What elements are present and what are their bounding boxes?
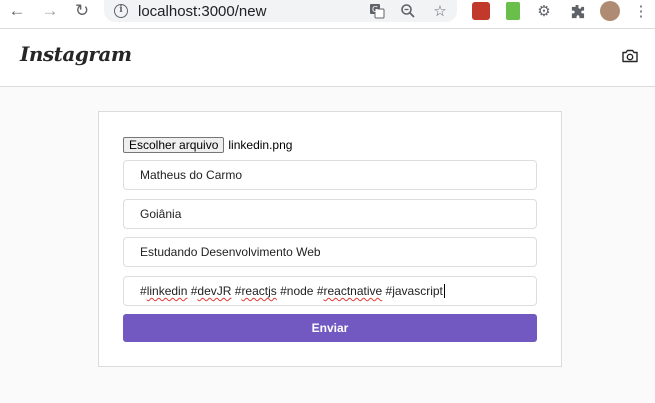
new-post-form: Escolher arquivo linkedin.png Matheus do…	[98, 111, 562, 367]
profile-avatar[interactable]	[600, 1, 620, 21]
svg-text:G: G	[372, 5, 378, 14]
description-input-value: Estudando Desenvolvimento Web	[140, 245, 321, 259]
author-input[interactable]: Matheus do Carmo	[123, 160, 537, 190]
site-info-icon[interactable]: i	[114, 4, 128, 18]
extension-battery-icon[interactable]	[506, 2, 520, 20]
hashtag-text: #	[231, 284, 242, 298]
url-text: localhost:3000/new	[138, 2, 267, 20]
place-input[interactable]: Goiânia	[123, 199, 537, 229]
extension-red-icon[interactable]	[472, 2, 490, 20]
instagram-logo[interactable]: Instagram	[20, 42, 132, 66]
hashtag-text: #javascript	[382, 284, 443, 298]
choose-file-button[interactable]: Escolher arquivo	[123, 137, 225, 153]
file-input[interactable]: Escolher arquivo linkedin.png	[123, 137, 292, 153]
more-menu-icon[interactable]: ⋮	[633, 3, 649, 20]
hashtag-text: linkedin	[146, 284, 188, 298]
author-input-value: Matheus do Carmo	[140, 168, 243, 182]
extensions-puzzle-icon[interactable]	[569, 3, 585, 19]
hashtag-text: #	[140, 284, 147, 298]
hashtags-input[interactable]: #linkedin #devJR #reactjs #node #reactna…	[123, 276, 537, 306]
hashtag-text: #node #	[276, 284, 324, 298]
reload-icon[interactable]: ↻	[71, 0, 93, 22]
selected-file-name: linkedin.png	[228, 138, 293, 152]
hashtag-text: reactjs	[241, 284, 277, 298]
place-input-value: Goiânia	[140, 207, 182, 221]
translate-icon[interactable]: G	[369, 3, 385, 19]
text-caret	[443, 284, 445, 298]
submit-button[interactable]: Enviar	[123, 314, 537, 342]
app-header: Instagram	[0, 29, 655, 87]
browser-toolbar: ← → ↻ i localhost:3000/new G ☆ ⚙ ⋮	[0, 0, 655, 29]
hashtags-input-value: #linkedin #devJR #reactjs #node #reactna…	[140, 284, 443, 298]
hashtag-text: devJR	[197, 284, 232, 298]
forward-arrow-icon[interactable]: →	[39, 0, 61, 22]
hashtag-text: reactnative	[323, 284, 383, 298]
camera-icon[interactable]	[622, 49, 640, 65]
hashtag-text: #	[187, 284, 198, 298]
zoom-icon[interactable]	[400, 3, 416, 19]
back-arrow-icon[interactable]: ←	[6, 0, 28, 22]
description-input[interactable]: Estudando Desenvolvimento Web	[123, 237, 537, 267]
bookmark-star-icon[interactable]: ☆	[432, 3, 448, 20]
settings-gear-icon[interactable]: ⚙	[536, 3, 552, 20]
